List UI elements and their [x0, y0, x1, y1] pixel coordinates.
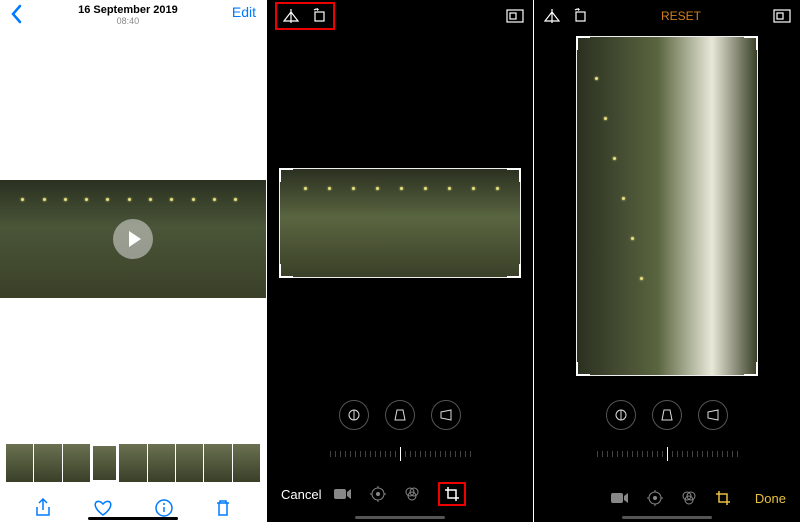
- highlighted-flip-rotate: [275, 2, 335, 30]
- thumb-item[interactable]: [119, 444, 146, 482]
- crop-handle-tl[interactable]: [279, 168, 293, 182]
- aspect-ratio-icon[interactable]: [772, 6, 792, 26]
- done-button[interactable]: Done: [755, 491, 786, 506]
- vertical-perspective-button[interactable]: [652, 400, 682, 430]
- thumb-item[interactable]: [176, 444, 203, 482]
- video-tool-icon[interactable]: [611, 492, 629, 504]
- crop-frame-portrait[interactable]: [576, 36, 758, 376]
- straighten-button[interactable]: [339, 400, 369, 430]
- filters-tool-icon[interactable]: [404, 486, 420, 502]
- thumb-item[interactable]: [148, 444, 175, 482]
- trash-icon[interactable]: [215, 499, 231, 517]
- date-text: 16 September 2019: [78, 4, 178, 16]
- aspect-ratio-icon[interactable]: [505, 6, 525, 26]
- adjust-tool-icon[interactable]: [370, 486, 386, 502]
- thumbnail-strip[interactable]: [6, 444, 260, 482]
- lights-decor: [280, 187, 520, 217]
- thumb-item[interactable]: [34, 444, 61, 482]
- crop-handle-br[interactable]: [507, 264, 521, 278]
- rotate-icon[interactable]: [309, 6, 329, 26]
- crop-handle-tr[interactable]: [507, 168, 521, 182]
- edit-button[interactable]: Edit: [232, 4, 256, 20]
- rotate-icon[interactable]: [570, 6, 590, 26]
- crop-tool-icon-highlighted[interactable]: [438, 482, 466, 506]
- thumb-item[interactable]: [204, 444, 231, 482]
- crop-rotated-screen: RESET: [534, 0, 800, 522]
- editor-bottom-bar: Cancel: [267, 482, 533, 506]
- vertical-perspective-button[interactable]: [385, 400, 415, 430]
- thumb-item[interactable]: [6, 444, 33, 482]
- thumb-item-selected[interactable]: [91, 444, 118, 482]
- top-left-icons: [542, 6, 590, 26]
- adjust-buttons: [534, 400, 800, 430]
- lights-decor: [577, 77, 757, 107]
- thumb-item[interactable]: [233, 444, 260, 482]
- crop-frame[interactable]: [279, 168, 521, 278]
- crop-handle-tr[interactable]: [744, 36, 758, 50]
- editor-top-bar: RESET: [534, 0, 800, 32]
- nav-bar: 16 September 2019 08:40 Edit: [0, 0, 266, 36]
- crop-handle-bl[interactable]: [576, 362, 590, 376]
- share-icon[interactable]: [35, 498, 51, 518]
- flip-icon[interactable]: [281, 6, 301, 26]
- adjust-buttons: [267, 400, 533, 430]
- crop-image: [280, 169, 520, 277]
- crop-tool-icon[interactable]: [715, 490, 731, 506]
- heart-icon[interactable]: [93, 499, 113, 517]
- tool-row: [611, 490, 731, 506]
- angle-ruler[interactable]: [277, 444, 523, 464]
- video-preview[interactable]: [0, 180, 266, 298]
- time-text: 08:40: [78, 16, 178, 26]
- home-indicator[interactable]: [355, 516, 445, 519]
- bottom-toolbar: [0, 498, 266, 518]
- crop-handle-bl[interactable]: [279, 264, 293, 278]
- video-tool-icon[interactable]: [334, 488, 352, 500]
- cancel-button[interactable]: Cancel: [281, 487, 321, 502]
- thumb-item[interactable]: [63, 444, 90, 482]
- horizontal-perspective-button[interactable]: [698, 400, 728, 430]
- angle-ruler[interactable]: [544, 444, 790, 464]
- editor-top-bar: [267, 0, 533, 32]
- crop-editor-screen: Cancel: [267, 0, 533, 522]
- filters-tool-icon[interactable]: [681, 490, 697, 506]
- horizontal-perspective-button[interactable]: [431, 400, 461, 430]
- crop-image-rotated: [577, 37, 757, 375]
- adjust-tool-icon[interactable]: [647, 490, 663, 506]
- flip-icon[interactable]: [542, 6, 562, 26]
- crop-handle-br[interactable]: [744, 362, 758, 376]
- date-title: 16 September 2019 08:40: [78, 4, 178, 26]
- crop-handle-tl[interactable]: [576, 36, 590, 50]
- straighten-button[interactable]: [606, 400, 636, 430]
- play-icon: [129, 231, 141, 247]
- play-button[interactable]: [113, 219, 153, 259]
- reset-button[interactable]: RESET: [661, 9, 701, 23]
- home-indicator[interactable]: [88, 517, 178, 520]
- editor-bottom-bar: Done: [534, 490, 800, 506]
- photo-detail-screen: 16 September 2019 08:40 Edit: [0, 0, 266, 522]
- tool-row: [334, 482, 466, 506]
- info-icon[interactable]: [155, 499, 173, 517]
- back-button[interactable]: [10, 4, 24, 24]
- home-indicator[interactable]: [622, 516, 712, 519]
